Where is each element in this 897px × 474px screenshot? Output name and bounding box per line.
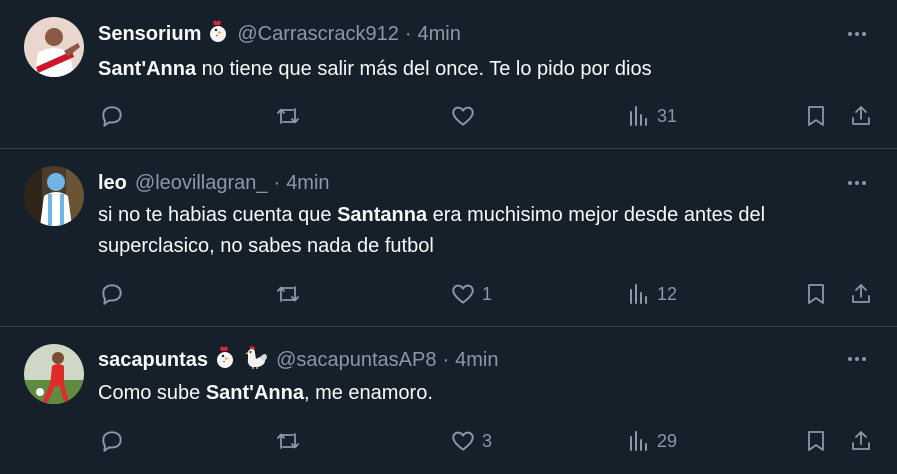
share-icon: [852, 284, 870, 303]
retweet-button[interactable]: [274, 101, 308, 131]
highlighted-keyword: Santanna: [337, 204, 428, 226]
views-button[interactable]: 12: [627, 279, 677, 309]
avatar[interactable]: [24, 17, 84, 77]
chicken-icon: [207, 19, 229, 49]
rooster-icon: [242, 345, 268, 375]
heart-icon: [452, 431, 474, 451]
tweet-text: Como sube Sant'Anna, me enamoro.: [98, 378, 878, 409]
retweet-icon: [277, 433, 299, 449]
user-handle[interactable]: @Carrascrack912: [237, 23, 398, 46]
heart-icon: [452, 106, 474, 126]
share-button[interactable]: [849, 101, 873, 131]
timestamp[interactable]: 4min: [455, 349, 498, 372]
views-count: 12: [657, 283, 678, 304]
action-bar: 1 12: [0, 279, 897, 309]
share-icon: [852, 106, 870, 125]
action-bar: 31: [0, 101, 897, 131]
like-count: 1: [482, 283, 493, 304]
bookmark-icon: [808, 284, 824, 304]
tweet[interactable]: sacapuntas @sacapuntasAP8 · 4min Como su…: [0, 327, 897, 474]
tweet-text: Sant'Anna no tiene que salir más del onc…: [98, 54, 878, 85]
timestamp[interactable]: 4min: [418, 23, 461, 46]
share-button[interactable]: [849, 426, 873, 456]
tweet[interactable]: leo @leovillagran_ · 4min si no te habia…: [0, 149, 897, 326]
more-options-icon[interactable]: [845, 22, 869, 46]
user-handle[interactable]: @leovillagran_: [135, 172, 268, 195]
tweet-text-content: si no te habias cuenta que: [98, 204, 338, 226]
reply-icon: [102, 284, 122, 305]
more-options-icon[interactable]: [845, 171, 869, 195]
reply-button[interactable]: [99, 101, 131, 131]
bookmark-icon: [808, 431, 824, 451]
display-name[interactable]: sacapuntas: [98, 349, 208, 372]
retweet-icon: [277, 108, 299, 124]
reply-button[interactable]: [99, 426, 131, 456]
views-chart-icon: [630, 284, 647, 304]
timestamp[interactable]: 4min: [286, 172, 329, 195]
like-button[interactable]: 3: [450, 426, 492, 456]
highlighted-keyword: Sant'Anna: [205, 382, 304, 404]
views-count: 29: [657, 430, 678, 451]
tweet[interactable]: Sensorium @Carrascrack912 · 4min Sant'An…: [0, 0, 897, 148]
tweet-text-content: Como sube: [98, 382, 206, 404]
like-count: 3: [482, 430, 493, 451]
separator-dot: ·: [442, 348, 450, 371]
reply-icon: [102, 431, 122, 452]
tweet-text-content: no tiene que salir más del once. Te lo p…: [196, 58, 652, 80]
share-icon: [852, 431, 870, 450]
highlighted-keyword: Sant'Anna: [98, 58, 197, 80]
avatar[interactable]: [24, 166, 84, 226]
reply-icon: [102, 106, 122, 127]
share-button[interactable]: [849, 279, 873, 309]
bookmark-icon: [808, 106, 824, 126]
bookmark-button[interactable]: [804, 426, 828, 456]
display-name[interactable]: leo: [98, 172, 127, 195]
views-button[interactable]: 31: [627, 101, 677, 131]
retweet-icon: [277, 286, 299, 302]
display-name[interactable]: Sensorium: [98, 23, 201, 46]
views-count: 31: [657, 105, 678, 126]
action-bar: 3 29: [0, 426, 897, 456]
retweet-button[interactable]: [274, 279, 308, 309]
separator-dot: ·: [404, 22, 412, 45]
bookmark-button[interactable]: [804, 279, 828, 309]
tweet-text-content: , me enamoro.: [303, 382, 433, 404]
like-button[interactable]: 1: [450, 279, 492, 309]
separator-dot: ·: [273, 171, 281, 194]
views-chart-icon: [630, 106, 647, 126]
avatar[interactable]: [24, 344, 84, 404]
reply-button[interactable]: [99, 279, 131, 309]
heart-icon: [452, 284, 474, 304]
more-options-icon[interactable]: [845, 347, 869, 371]
views-button[interactable]: 29: [627, 426, 677, 456]
retweet-button[interactable]: [274, 426, 308, 456]
chicken-icon: [214, 345, 236, 375]
bookmark-button[interactable]: [804, 101, 828, 131]
like-button[interactable]: [450, 101, 482, 131]
tweet-text: si no te habias cuenta que Santanna era …: [98, 200, 878, 262]
views-chart-icon: [630, 431, 647, 451]
user-handle[interactable]: @sacapuntasAP8: [276, 349, 436, 372]
